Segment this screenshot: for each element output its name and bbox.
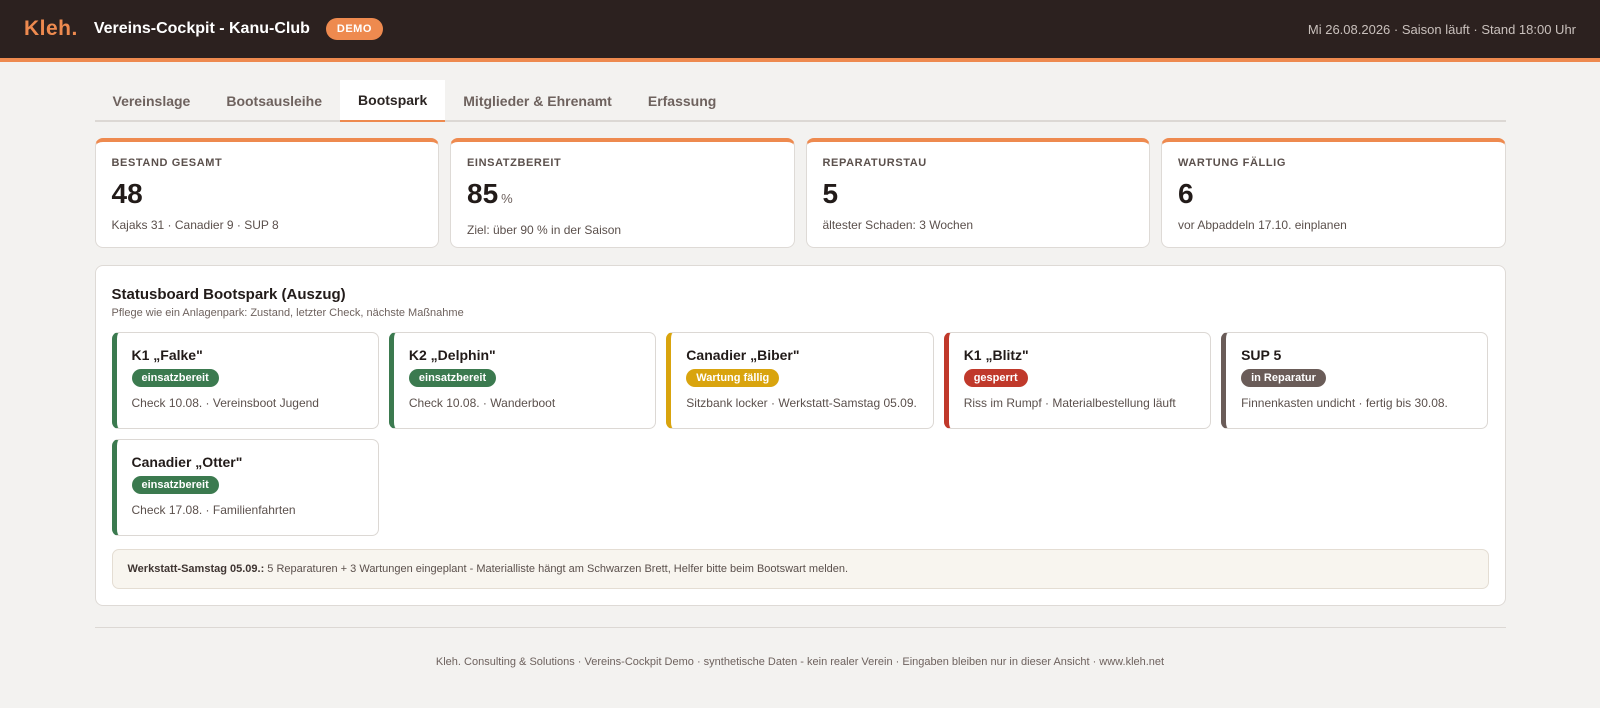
kpi-number: 85: [467, 178, 499, 209]
boat-card[interactable]: SUP 5 in Reparatur Finnenkasten undicht …: [1221, 332, 1489, 429]
app-title: Vereins-Cockpit - Kanu-Club: [93, 20, 310, 37]
boat-card[interactable]: Canadier „Otter" einsatzbereit Check 17.…: [111, 439, 379, 536]
boat-card[interactable]: K1 „Blitz" gesperrt Riss im Rumpf · Mate…: [943, 332, 1212, 429]
status-line: Mi 26.08.2026 · Saison läuft · Stand 18:…: [1307, 21, 1576, 37]
kpi-value: 6: [1178, 178, 1489, 210]
boat-name: SUP 5: [1241, 347, 1282, 363]
boat-note: Check 10.08. · Wanderboot: [408, 396, 556, 410]
top-bar: Kleh. Vereins-Cockpit - Kanu-Club DEMO M…: [0, 0, 1600, 62]
workshop-notice: Werkstatt-Samstag 05.09.: 5 Reparaturen …: [111, 549, 1489, 589]
demo-badge: DEMO: [325, 18, 383, 40]
tab-mitglieder-ehrenamt[interactable]: Mitglieder & Ehrenamt: [445, 80, 630, 122]
status-badge: gesperrt: [963, 369, 1028, 387]
kpi-number: 6: [1178, 178, 1194, 209]
kpi-subtext: ältester Schaden: 3 Wochen: [822, 218, 974, 232]
boat-card[interactable]: Canadier „Biber" Wartung fällig Sitzbank…: [666, 332, 934, 429]
kpi-label: EINSATZBEREIT: [467, 157, 562, 169]
boat-name: K2 „Delphin": [408, 347, 496, 363]
status-badge: einsatzbereit: [408, 369, 497, 387]
footer-text: Kleh. Consulting & Solutions · Vereins-C…: [435, 656, 1165, 668]
boat-name: K1 „Falke": [131, 347, 203, 363]
logo: Kleh.: [24, 17, 78, 40]
kpi-card-bestand: BESTAND GESAMT 48 Kajaks 31 · Canadier 9…: [94, 138, 439, 248]
boat-note: Riss im Rumpf · Materialbestellung läuft: [963, 396, 1176, 410]
boat-note: Check 10.08. · Vereinsboot Jugend: [131, 396, 319, 410]
kpi-value: 85%: [467, 178, 778, 215]
kpi-card-wartung: WARTUNG FÄLLIG 6 vor Abpaddeln 17.10. ei…: [1161, 138, 1506, 248]
boat-name: Canadier „Biber": [686, 347, 800, 363]
boat-grid: K1 „Falke" einsatzbereit Check 10.08. · …: [111, 332, 1489, 536]
boat-note: Check 17.08. · Familienfahrten: [131, 503, 296, 517]
kpi-unit: %: [501, 191, 513, 206]
kpi-label: REPARATURSTAU: [822, 157, 927, 169]
kpi-subtext: Kajaks 31 · Canadier 9 · SUP 8: [111, 218, 279, 232]
main-container: Vereinslage Bootsausleihe Bootspark Mitg…: [94, 80, 1506, 668]
tab-bootsausleihe[interactable]: Bootsausleihe: [208, 80, 340, 122]
notice-label: Werkstatt-Samstag 05.09.:: [127, 563, 265, 575]
statusboard-panel: Statusboard Bootspark (Auszug) Pflege wi…: [94, 265, 1506, 606]
kpi-label: WARTUNG FÄLLIG: [1178, 157, 1286, 169]
kpi-number: 48: [111, 178, 143, 209]
kpi-value: 48: [112, 178, 423, 210]
boat-note: Finnenkasten undicht · fertig bis 30.08.: [1241, 396, 1448, 410]
boat-card[interactable]: K1 „Falke" einsatzbereit Check 10.08. · …: [111, 332, 379, 429]
tab-bar: Vereinslage Bootsausleihe Bootspark Mitg…: [94, 80, 1506, 122]
kpi-value: 5: [823, 178, 1134, 210]
kpi-card-einsatzbereit: EINSATZBEREIT 85% Ziel: über 90 % in der…: [450, 138, 795, 248]
notice-text: 5 Reparaturen + 3 Wartungen eingeplant -…: [264, 563, 849, 575]
status-badge: einsatzbereit: [131, 369, 219, 387]
panel-title: Statusboard Bootspark (Auszug): [111, 286, 346, 303]
kpi-row: BESTAND GESAMT 48 Kajaks 31 · Canadier 9…: [94, 138, 1506, 248]
footer-divider: [94, 627, 1506, 628]
panel-subtitle: Pflege wie ein Anlagenpark: Zustand, let…: [111, 307, 464, 319]
boat-card[interactable]: K2 „Delphin" einsatzbereit Check 10.08. …: [388, 332, 657, 429]
tab-erfassung[interactable]: Erfassung: [630, 80, 734, 122]
kpi-subtext: vor Abpaddeln 17.10. einplanen: [1178, 218, 1347, 232]
kpi-label: BESTAND GESAMT: [111, 157, 223, 169]
boat-note: Sitzbank locker · Werkstatt-Samstag 05.0…: [686, 396, 917, 410]
status-badge: Wartung fällig: [686, 369, 780, 387]
tab-bootspark[interactable]: Bootspark: [340, 80, 446, 122]
kpi-card-reparaturstau: REPARATURSTAU 5 ältester Schaden: 3 Woch…: [805, 138, 1150, 248]
status-badge: in Reparatur: [1241, 369, 1326, 387]
status-badge: einsatzbereit: [131, 476, 219, 494]
kpi-subtext: Ziel: über 90 % in der Saison: [467, 223, 622, 237]
boat-name: K1 „Blitz": [963, 347, 1029, 363]
boat-name: Canadier „Otter": [131, 454, 243, 470]
kpi-number: 5: [822, 178, 839, 209]
tab-vereinslage[interactable]: Vereinslage: [95, 80, 209, 122]
